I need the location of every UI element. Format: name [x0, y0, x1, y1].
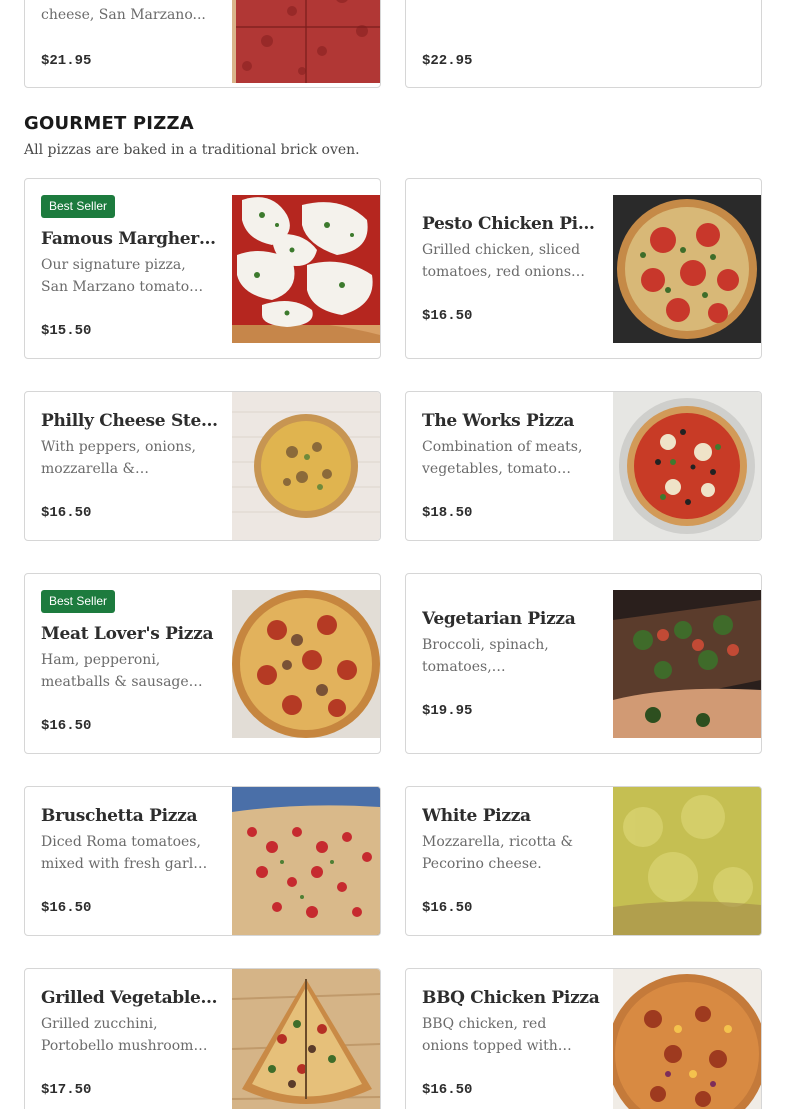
- card-text: Philly Cheese Steak... With peppers, oni…: [41, 392, 221, 540]
- item-name: Grilled Vegetable Pizza: [41, 988, 221, 1008]
- item-price: $22.95: [422, 53, 473, 69]
- card-text: $22.95: [422, 0, 602, 87]
- margherita-pizza-image: [232, 195, 380, 343]
- item-description: Ham, pepperoni, meatballs & sausage with…: [41, 652, 189, 690]
- card-text: Vegetarian Pizza Broccoli, spinach, toma…: [422, 574, 602, 753]
- bbq-chicken-pizza-image: [613, 969, 761, 1109]
- item-description: BBQ chicken, red onions topped with ched…: [422, 1016, 558, 1054]
- item-description: Diced Roma tomatoes, mixed with fresh ga…: [41, 834, 210, 872]
- item-price: $16.50: [41, 505, 92, 521]
- menu-item-card[interactable]: Best Seller Famous Margherita... Our sig…: [24, 178, 381, 359]
- item-description: Combination of meats, vegetables, tomato…: [422, 439, 583, 477]
- item-price: $17.50: [41, 1082, 92, 1098]
- item-description: With peppers, onions, mozzarella & Ameri…: [41, 439, 196, 477]
- item-price: $21.95: [41, 53, 92, 69]
- menu-item-card[interactable]: cheese, San Marzano... $21.95: [24, 0, 381, 88]
- card-text: Pesto Chicken Pizza Grilled chicken, sli…: [422, 179, 602, 358]
- menu-item-card[interactable]: White Pizza Mozzarella, ricotta & Pecori…: [405, 786, 762, 936]
- item-description: Broccoli, spinach, tomatoes, mushrooms,.…: [422, 637, 549, 675]
- menu-item-card[interactable]: Philly Cheese Steak... With peppers, oni…: [24, 391, 381, 541]
- item-price: $16.50: [422, 308, 473, 324]
- best-seller-badge: Best Seller: [41, 195, 116, 218]
- card-text: Bruschetta Pizza Diced Roma tomatoes, mi…: [41, 787, 221, 935]
- pesto-chicken-pizza-image: [613, 195, 761, 343]
- card-text: Best Seller Famous Margherita... Our sig…: [41, 179, 221, 358]
- card-text: cheese, San Marzano... $21.95: [41, 0, 221, 87]
- item-price: $16.50: [41, 900, 92, 916]
- menu-item-card[interactable]: $22.95: [405, 0, 762, 88]
- grilled-vegetable-pizza-image: [232, 969, 380, 1109]
- card-text: Grilled Vegetable Pizza Grilled zucchini…: [41, 969, 221, 1109]
- works-pizza-image: [613, 392, 761, 540]
- bruschetta-pizza-image: [232, 787, 380, 935]
- item-name: White Pizza: [422, 806, 531, 826]
- vegetarian-pizza-image: [613, 590, 761, 738]
- section-title: GOURMET PIZZA: [24, 113, 194, 134]
- item-name: Famous Margherita...: [41, 229, 221, 249]
- item-description: Grilled zucchini, Portobello mushrooms, …: [41, 1016, 206, 1054]
- menu-item-card[interactable]: Vegetarian Pizza Broccoli, spinach, toma…: [405, 573, 762, 754]
- menu-item-card[interactable]: Bruschetta Pizza Diced Roma tomatoes, mi…: [24, 786, 381, 936]
- item-price: $15.50: [41, 323, 92, 339]
- menu-item-card[interactable]: The Works Pizza Combination of meats, ve…: [405, 391, 762, 541]
- best-seller-badge: Best Seller: [41, 590, 116, 613]
- menu-item-card[interactable]: Pesto Chicken Pizza Grilled chicken, sli…: [405, 178, 762, 359]
- menu-item-card[interactable]: Best Seller Meat Lover's Pizza Ham, pepp…: [24, 573, 381, 754]
- philly-cheese-steak-pizza-image: [232, 392, 380, 540]
- item-name: BBQ Chicken Pizza: [422, 988, 600, 1008]
- item-name: Pesto Chicken Pizza: [422, 214, 602, 234]
- item-name: Philly Cheese Steak...: [41, 411, 221, 431]
- item-description: Our signature pizza, San Marzano tomato …: [41, 257, 190, 295]
- item-name: The Works Pizza: [422, 411, 575, 431]
- card-text: The Works Pizza Combination of meats, ve…: [422, 392, 602, 540]
- item-price: $16.50: [422, 1082, 473, 1098]
- item-description: cheese, San Marzano...: [41, 7, 206, 23]
- card-text: Best Seller Meat Lover's Pizza Ham, pepp…: [41, 574, 221, 753]
- item-name: Meat Lover's Pizza: [41, 624, 214, 644]
- pizza-image: [232, 0, 380, 83]
- section-subtitle: All pizzas are baked in a traditional br…: [24, 142, 360, 158]
- item-price: $18.50: [422, 505, 473, 521]
- item-name: Bruschetta Pizza: [41, 806, 198, 826]
- item-price: $16.50: [41, 718, 92, 734]
- card-text: BBQ Chicken Pizza BBQ chicken, red onion…: [422, 969, 602, 1109]
- menu-item-card[interactable]: Grilled Vegetable Pizza Grilled zucchini…: [24, 968, 381, 1109]
- white-pizza-image: [613, 787, 761, 935]
- menu-item-card[interactable]: BBQ Chicken Pizza BBQ chicken, red onion…: [405, 968, 762, 1109]
- item-name: Vegetarian Pizza: [422, 609, 576, 629]
- card-text: White Pizza Mozzarella, ricotta & Pecori…: [422, 787, 602, 935]
- item-price: $16.50: [422, 900, 473, 916]
- item-price: $19.95: [422, 703, 473, 719]
- item-description: Mozzarella, ricotta & Pecorino cheese.: [422, 834, 573, 872]
- meat-lovers-pizza-image: [232, 590, 380, 738]
- item-description: Grilled chicken, sliced tomatoes, red on…: [422, 242, 581, 280]
